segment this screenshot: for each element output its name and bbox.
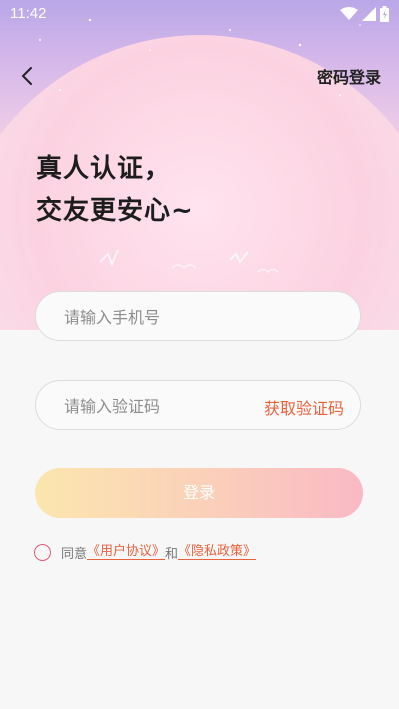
headline-line-1: 真人认证， — [36, 154, 172, 184]
birds-decoration — [99, 249, 279, 274]
headline-line-2: 交友更安心~ — [36, 196, 194, 226]
status-bar: 11:42 — [0, 0, 399, 28]
back-icon[interactable] — [14, 62, 42, 90]
battery-icon — [380, 6, 389, 22]
phone-field — [35, 291, 361, 342]
signal-icon — [362, 7, 376, 21]
password-login-link[interactable]: 密码登录 — [317, 64, 381, 88]
agreement-row: 同意 《用户协议》 和 《隐私政策》 — [34, 542, 257, 562]
code-input[interactable] — [62, 381, 256, 431]
phone-input[interactable] — [62, 292, 256, 342]
code-field: 获取验证码 — [35, 380, 361, 431]
page-headline: 真人认证， 交友更安心~ — [36, 148, 194, 232]
agree-radio-icon[interactable] — [34, 543, 51, 561]
status-time: 11:42 — [10, 5, 47, 22]
privacy-policy-link[interactable]: 《隐私政策》 — [178, 544, 257, 560]
status-icons — [340, 6, 389, 22]
wifi-icon — [340, 7, 358, 20]
agreement-conjunction: 和 — [165, 546, 179, 562]
agreement-prefix: 同意 — [61, 546, 88, 562]
get-code-button[interactable]: 获取验证码 — [264, 395, 344, 419]
login-button[interactable]: 登录 — [35, 468, 363, 518]
user-agreement-link[interactable]: 《用户协议》 — [87, 544, 166, 560]
